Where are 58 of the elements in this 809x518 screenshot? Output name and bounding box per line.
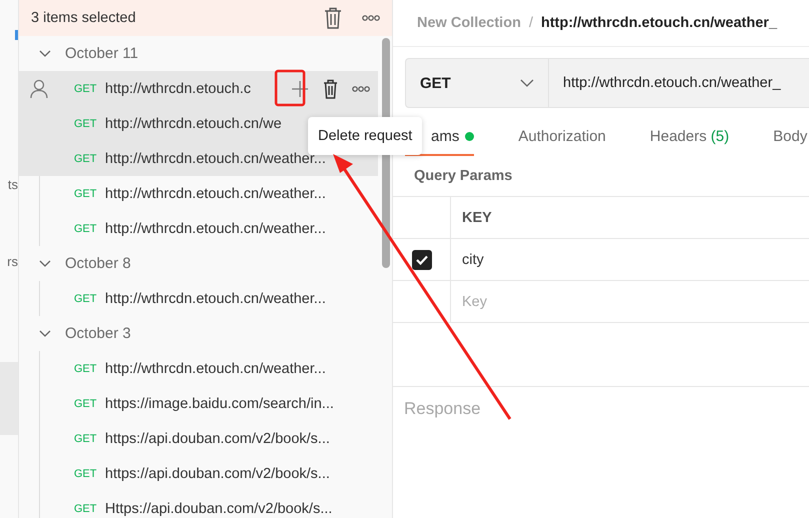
column-header: KEY	[461, 208, 492, 228]
request-url: http://wthrcdn.etouch.c	[105, 80, 251, 96]
request-item[interactable]: GET https://api.douban.com/v2/book/s...	[40, 456, 378, 491]
breadcrumb-separator: /	[528, 15, 533, 31]
request-url: http://wthrcdn.etouch.cn/weather...	[105, 360, 326, 376]
more-icon[interactable]	[352, 86, 370, 92]
request-item[interactable]: GET http://wthrcdn.etouch.cn/weather...	[19, 141, 378, 176]
table-cell[interactable]: city	[451, 239, 484, 280]
method-label: GET	[74, 188, 98, 200]
request-item[interactable]: GET https://image.baidu.com/search/in...	[40, 386, 378, 421]
request-url: http://wthrcdn.etouch.cn/weather...	[105, 290, 326, 306]
history-group[interactable]: October 8	[19, 246, 378, 281]
delete-icon[interactable]	[323, 78, 338, 98]
request-url: Https://api.douban.com/v2/book/s...	[105, 500, 332, 516]
selection-count: 3 items selected	[31, 10, 137, 26]
response-title: Response	[393, 386, 809, 419]
checkbox[interactable]	[412, 250, 432, 270]
highlight-frame	[274, 70, 306, 106]
method-label: GET	[74, 82, 98, 94]
request-url: http://wthrcdn.etouch.cn/we	[105, 116, 282, 132]
user-icon	[30, 79, 48, 99]
history-group[interactable]: October 11	[19, 36, 378, 71]
key-input-field[interactable]: Key	[451, 281, 764, 322]
request-url: https://api.douban.com/v2/book/s...	[105, 466, 330, 482]
sidebar-label[interactable]: ts	[8, 177, 18, 193]
method-label: GET	[74, 362, 98, 374]
request-url: http://wthrcdn.etouch.cn/weather...	[105, 186, 326, 202]
method-label: GET	[74, 468, 98, 480]
request-title: http://wthrcdn.etouch.cn/weather_	[540, 15, 778, 31]
method-label: GET	[74, 502, 98, 514]
method-label: GET	[74, 432, 98, 444]
method-label: GET	[74, 152, 98, 164]
history-group[interactable]: October 3	[19, 316, 378, 351]
add-icon[interactable]	[291, 80, 309, 98]
method-label: GET	[74, 222, 98, 234]
method-label: GET	[74, 292, 98, 304]
request-item[interactable]: GET Https://api.douban.com/v2/book/s...	[40, 491, 378, 518]
check-icon	[416, 254, 428, 264]
tab[interactable]: Headers (5)	[628, 118, 752, 156]
method-label: GET	[74, 118, 98, 130]
delete-icon[interactable]	[324, 7, 342, 29]
request-url: https://image.baidu.com/search/in...	[105, 396, 334, 412]
tab[interactable]: Body	[751, 118, 809, 156]
section-title: Query Params	[413, 167, 514, 186]
tab[interactable]: Authorization	[496, 118, 628, 156]
request-item[interactable]: GET http://wthrcdn.etouch.cn/weather...	[40, 281, 378, 316]
sidebar-label[interactable]: rs	[7, 254, 18, 270]
tooltip: Delete request	[308, 117, 422, 155]
request-item[interactable]: GET http://wthrcdn.etouch.cn/weather...	[40, 211, 378, 246]
rail-marker	[15, 30, 18, 40]
request-item[interactable]: GET http://wthrcdn.etouch.cn/weather...	[40, 176, 378, 211]
request-url: http://wthrcdn.etouch.cn/weather...	[105, 220, 326, 236]
request-url: https://api.douban.com/v2/book/s...	[105, 430, 330, 446]
method-label: GET	[74, 398, 98, 410]
request-item[interactable]: GET https://api.douban.com/v2/book/s...	[40, 421, 378, 456]
more-icon[interactable]	[362, 15, 380, 21]
request-item[interactable]: GET http://wthrcdn.etouch.c	[19, 71, 378, 106]
request-item[interactable]: GET http://wthrcdn.etouch.cn/weather...	[40, 351, 378, 386]
